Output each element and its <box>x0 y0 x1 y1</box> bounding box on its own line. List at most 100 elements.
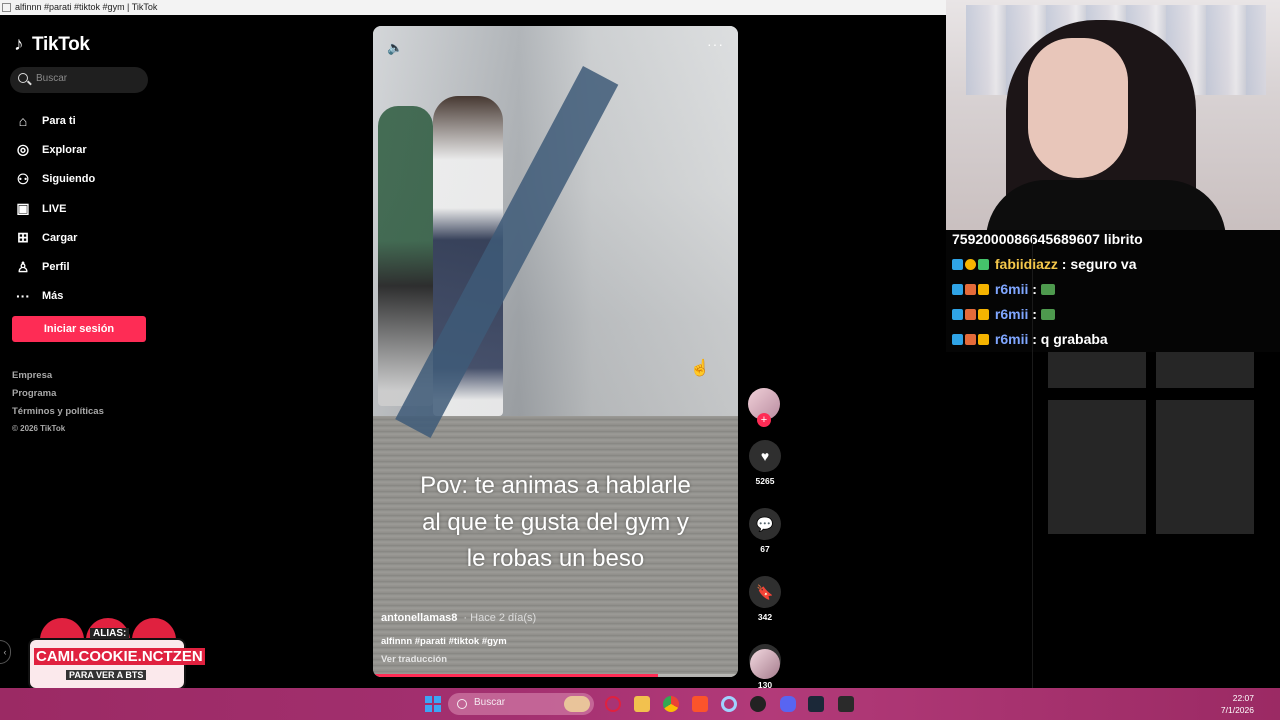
nav-item-mas[interactable]: ··· Más <box>14 282 95 311</box>
discord-icon[interactable] <box>780 696 796 712</box>
chat-username[interactable]: r6mii <box>995 306 1028 322</box>
chat-message-text: : q grababa <box>1032 331 1108 347</box>
webcam-person-shirt <box>986 180 1226 236</box>
chat-badge-icon <box>965 284 976 295</box>
file-explorer-icon[interactable] <box>634 696 650 712</box>
upload-icon: ⊞ <box>17 229 29 246</box>
post-time: · Hace 2 día(s) <box>463 612 537 624</box>
chat-badge-icon <box>978 284 989 295</box>
obs-icon[interactable] <box>750 696 766 712</box>
login-button[interactable]: Iniciar sesión <box>12 316 146 342</box>
more-options-icon[interactable]: ··· <box>707 36 724 52</box>
video-hashtags[interactable]: alfinnn #parati #tiktok #gym <box>381 636 507 647</box>
chrome-icon[interactable] <box>663 696 679 712</box>
chat-badge-icon <box>965 334 976 345</box>
more-dots-icon: ··· <box>16 288 30 305</box>
nav-label: Explorar <box>42 143 87 156</box>
webcam-person-face <box>1028 38 1128 178</box>
opera-icon[interactable] <box>605 696 621 712</box>
chat-message: r6mii : <box>952 281 1057 297</box>
chat-username[interactable]: fabiidiazz <box>995 256 1058 272</box>
nav-item-para-ti[interactable]: ⌂ Para ti <box>14 106 95 135</box>
chat-badge-icon <box>952 309 963 320</box>
sticker-alias-label: ALIAS: <box>90 628 130 639</box>
video-progress-bar[interactable] <box>373 674 738 677</box>
comment-count: 67 <box>760 544 770 554</box>
nav-item-live[interactable]: ▣ LIVE <box>14 194 95 223</box>
footer-links: Empresa Programa Términos y políticas © … <box>12 370 104 438</box>
chat-message-text: : seguro va <box>1061 256 1137 272</box>
emote-icon <box>1040 284 1055 295</box>
taskbar-clock[interactable]: 22:07 7/1/2026 <box>1221 692 1254 716</box>
volume-icon[interactable]: 🔈 <box>387 40 403 56</box>
profile-icon: ♙ <box>16 258 30 275</box>
chat-message-text: 7592000086645689607 librito <box>952 231 1143 247</box>
video-caption: Pov: te animas a hablarle al que te gust… <box>373 468 738 578</box>
tiktok-sidebar: ♪ TikTok Buscar ⌂ Para ti ◎ Explorar ⚇ Sigui… <box>0 15 160 688</box>
window-title: alfinnn #parati #tiktok #gym | TikTok <box>15 2 158 12</box>
home-icon: ⌂ <box>18 112 28 129</box>
like-count: 5265 <box>755 476 775 486</box>
alias-overlay-sticker: ALIAS: CAMI.COOKIE.NCTZEN PARA VER A BTS <box>28 618 205 696</box>
footer-link-programa[interactable]: Programa <box>12 388 104 406</box>
caption-line: al que te gusta del gym y <box>422 508 689 536</box>
chat-badge-icon <box>978 309 989 320</box>
tiktok-note-icon: ♪ <box>14 34 24 55</box>
windows-taskbar: Buscar 22:07 7/1/2026 <box>0 688 1280 720</box>
search-placeholder: Buscar <box>36 73 68 84</box>
taskbar-search-label: Buscar <box>474 697 506 708</box>
nav-label: Más <box>42 290 64 303</box>
nav-label: Siguiendo <box>42 173 96 186</box>
music-disc-avatar[interactable] <box>750 649 780 679</box>
save-action[interactable]: 🔖 342 <box>748 576 782 626</box>
chat-username[interactable]: r6mii <box>995 281 1028 297</box>
nav-item-cargar[interactable]: ⊞ Cargar <box>14 223 95 252</box>
like-action[interactable]: ♥ 5265 <box>748 440 782 490</box>
follow-plus-icon[interactable]: + <box>757 413 771 427</box>
placeholder-tile <box>1156 400 1254 534</box>
tiktok-logo[interactable]: ♪ TikTok <box>14 34 90 56</box>
author-name[interactable]: antonellamas8 <box>381 612 457 624</box>
search-input[interactable]: Buscar <box>10 67 148 93</box>
stream-chat: 7592000086645689607 librito fabiidiazz :… <box>946 230 1280 352</box>
placeholder-tile <box>1156 352 1254 388</box>
see-translation-link[interactable]: Ver traducción <box>381 654 447 665</box>
following-icon: ⚇ <box>16 170 30 187</box>
chat-badge-icon <box>952 259 963 270</box>
panel-divider <box>1032 236 1033 688</box>
chat-message: fabiidiazz : seguro va <box>952 256 1137 272</box>
nav-label: Perfil <box>42 261 70 274</box>
footer-link-terminos[interactable]: Términos y políticas <box>12 406 104 424</box>
footer-link-empresa[interactable]: Empresa <box>12 370 104 388</box>
epic-games-icon[interactable] <box>838 696 854 712</box>
video-player[interactable]: 🔈 ··· Pov: te animas a hablarle al que t… <box>373 26 738 677</box>
nav-item-siguiendo[interactable]: ⚇ Siguiendo <box>14 165 95 194</box>
nav-item-perfil[interactable]: ♙ Perfil <box>14 252 95 281</box>
sticker-name: CAMI.COOKIE.NCTZEN <box>34 648 205 665</box>
app-icon <box>2 3 11 12</box>
live-tv-icon: ▣ <box>16 200 30 217</box>
copyright: © 2026 TikTok <box>12 424 66 433</box>
comment-action[interactable]: 💬 67 <box>748 508 782 558</box>
save-count: 342 <box>757 612 773 622</box>
chat-username[interactable]: r6mii <box>995 331 1028 347</box>
windows-start-icon[interactable] <box>425 696 441 712</box>
bookmark-icon[interactable]: 🔖 <box>749 576 781 608</box>
nav-item-explorar[interactable]: ◎ Explorar <box>14 135 95 164</box>
steam-icon[interactable] <box>808 696 824 712</box>
nav-label: Cargar <box>42 231 78 244</box>
main-nav: ⌂ Para ti ◎ Explorar ⚇ Siguiendo ▣ LIVE ⊞ Car… <box>14 106 95 311</box>
brave-icon[interactable] <box>692 696 708 712</box>
chat-message: r6mii : q grababa <box>952 331 1108 347</box>
video-author[interactable]: antonellamas8 · Hace 2 día(s) <box>381 612 536 624</box>
author-avatar[interactable]: + <box>748 388 780 427</box>
placeholder-tile <box>1048 352 1146 388</box>
app-c-icon[interactable] <box>721 696 737 712</box>
comment-icon[interactable]: 💬 <box>749 508 781 540</box>
caption-line: Pov: te animas a hablarle <box>420 472 691 499</box>
chat-badge-icon <box>978 334 989 345</box>
compass-icon: ◎ <box>16 141 30 158</box>
heart-icon[interactable]: ♥ <box>749 440 781 472</box>
search-highlight-icon[interactable] <box>564 696 590 712</box>
caption-line: le robas un beso <box>466 545 645 572</box>
